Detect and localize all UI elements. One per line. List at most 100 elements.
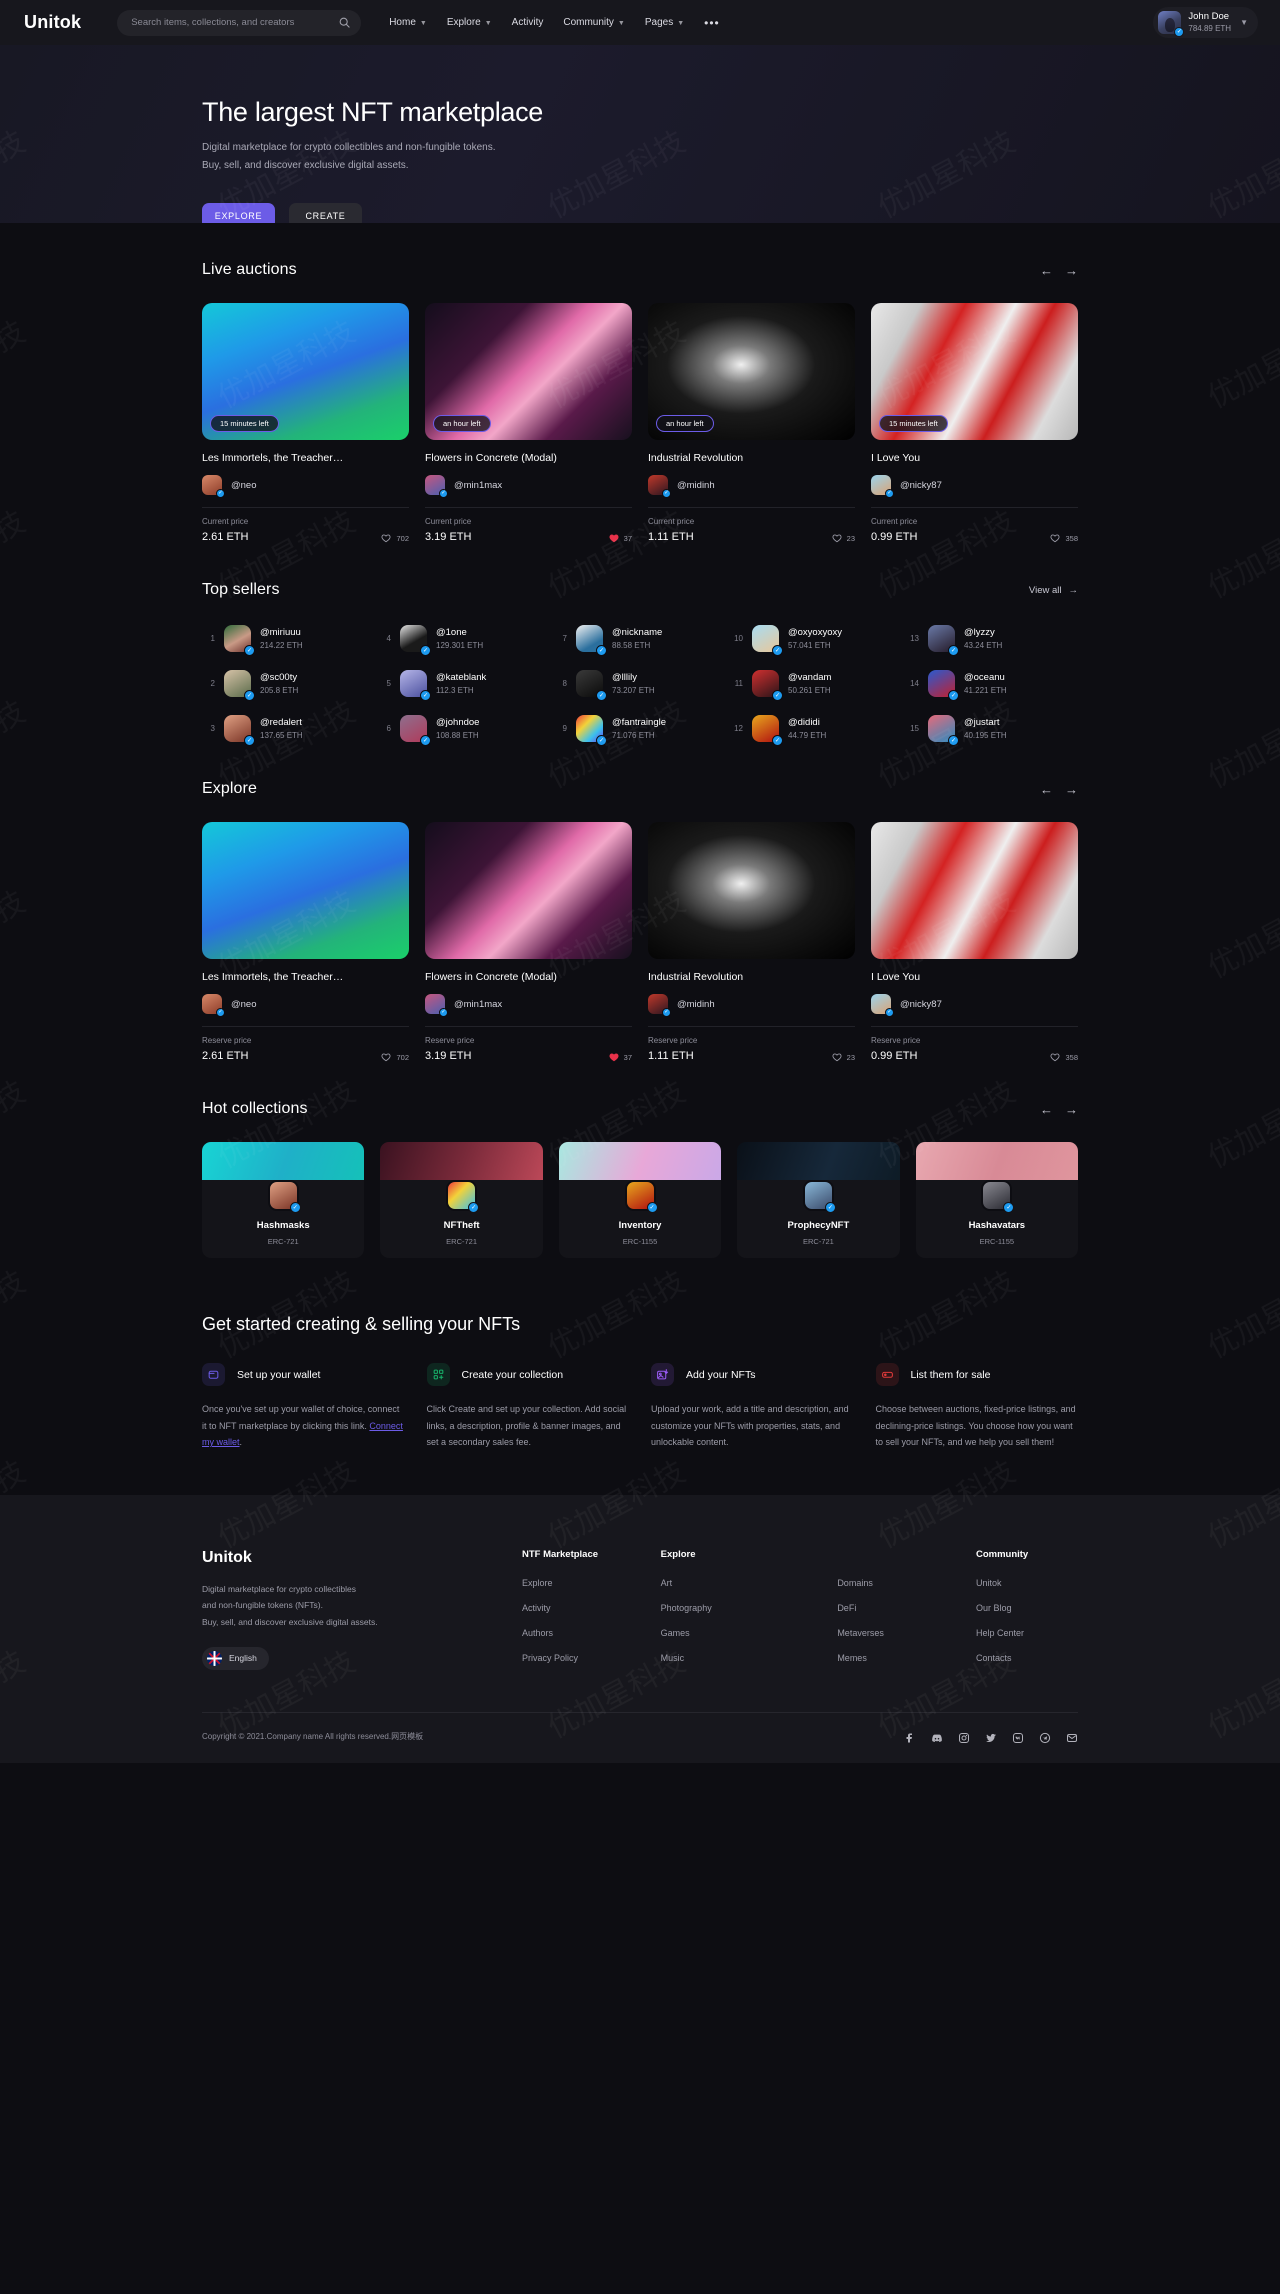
nft-owner[interactable]: ✓ @neo (202, 994, 409, 1017)
nft-title[interactable]: Les Immortels, the Treacher… (202, 452, 409, 464)
nft-image[interactable]: 15 minutes left (871, 303, 1078, 440)
twitter-icon[interactable] (985, 1731, 997, 1743)
arrow-right-icon[interactable]: → (1065, 264, 1078, 277)
nft-image[interactable] (648, 822, 855, 959)
seller-item[interactable]: 1 ✓ @miriuuu 214.22 ETH (202, 625, 374, 656)
footer-link[interactable]: Music (661, 1653, 801, 1663)
seller-item[interactable]: 10 ✓ @oxyoxyoxy 57.041 ETH (730, 625, 902, 656)
seller-item[interactable]: 11 ✓ @vandam 50.261 ETH (730, 670, 902, 701)
seller-item[interactable]: 8 ✓ @lllily 73.207 ETH (554, 670, 726, 701)
collection-card[interactable]: ✓ Hashmasks ERC-721 (202, 1142, 365, 1258)
heart-icon[interactable] (1050, 1052, 1060, 1062)
footer-link[interactable]: Domains (837, 1578, 939, 1588)
arrow-left-icon[interactable]: ← (1040, 264, 1053, 277)
nft-owner[interactable]: ✓ @min1max (425, 475, 632, 498)
heart-icon[interactable] (609, 533, 619, 543)
explore-button[interactable]: EXPLORE (202, 203, 275, 223)
nav-item-pages[interactable]: Pages ▼ (645, 17, 684, 28)
footer-link[interactable]: Contacts (976, 1653, 1078, 1663)
like-counter[interactable]: 702 (381, 1052, 409, 1062)
facebook-icon[interactable] (904, 1731, 916, 1743)
brand-logo[interactable]: Unitok (202, 1549, 502, 1567)
nav-item-activity[interactable]: Activity (512, 17, 544, 28)
seller-item[interactable]: 7 ✓ @nickname 88.58 ETH (554, 625, 726, 656)
seller-item[interactable]: 6 ✓ @johndoe 108.88 ETH (378, 715, 550, 746)
heart-icon[interactable] (381, 1052, 391, 1062)
like-counter[interactable]: 358 (1050, 1052, 1078, 1062)
user-profile-menu[interactable]: ✓ John Doe 784.89 ETH ▼ (1153, 6, 1258, 39)
telegram-icon[interactable] (1039, 1731, 1051, 1744)
heart-icon[interactable] (381, 533, 391, 543)
footer-link[interactable]: Explore (522, 1578, 624, 1588)
like-counter[interactable]: 37 (609, 533, 632, 543)
nft-card[interactable]: an hour left Industrial Revolution ✓ @mi… (648, 303, 855, 543)
collection-card[interactable]: ✓ ProphecyNFT ERC-721 (737, 1142, 900, 1258)
seller-item[interactable]: 4 ✓ @1one 129.301 ETH (378, 625, 550, 656)
arrow-left-icon[interactable]: ← (1040, 783, 1053, 796)
arrow-left-icon[interactable]: ← (1040, 1103, 1053, 1116)
nft-title[interactable]: Flowers in Concrete (Modal) (425, 452, 632, 464)
seller-item[interactable]: 14 ✓ @oceanu 41.221 ETH (906, 670, 1078, 701)
nft-owner[interactable]: ✓ @midinh (648, 475, 855, 498)
nft-card[interactable]: I Love You ✓ @nicky87 Reserve price 0.99… (871, 822, 1078, 1062)
footer-link[interactable]: Memes (837, 1653, 939, 1663)
nft-image[interactable] (425, 822, 632, 959)
footer-link[interactable]: Activity (522, 1603, 624, 1613)
more-options-icon[interactable]: ••• (704, 16, 720, 30)
nft-image[interactable]: 15 minutes left (202, 303, 409, 440)
nft-owner[interactable]: ✓ @nicky87 (871, 994, 1078, 1017)
seller-item[interactable]: 5 ✓ @kateblank 112.3 ETH (378, 670, 550, 701)
mail-icon[interactable] (1066, 1731, 1078, 1743)
like-counter[interactable]: 358 (1050, 533, 1078, 543)
seller-item[interactable]: 2 ✓ @sc00ty 205.8 ETH (202, 670, 374, 701)
nft-owner[interactable]: ✓ @min1max (425, 994, 632, 1017)
search-input[interactable] (131, 17, 339, 28)
create-button[interactable]: CREATE (289, 203, 362, 223)
nft-title[interactable]: I Love You (871, 971, 1078, 983)
footer-link[interactable]: Authors (522, 1628, 624, 1638)
footer-link[interactable]: Our Blog (976, 1603, 1078, 1613)
collection-card[interactable]: ✓ Inventory ERC-1155 (558, 1142, 722, 1258)
seller-item[interactable]: 12 ✓ @dididi 44.79 ETH (730, 715, 902, 746)
like-counter[interactable]: 702 (381, 533, 409, 543)
nft-owner[interactable]: ✓ @nicky87 (871, 475, 1078, 498)
footer-link[interactable]: Help Center (976, 1628, 1078, 1638)
heart-icon[interactable] (609, 1052, 619, 1062)
discord-icon[interactable] (931, 1731, 943, 1743)
view-all-link[interactable]: View all → (1029, 585, 1078, 596)
like-counter[interactable]: 23 (832, 533, 855, 543)
seller-item[interactable]: 13 ✓ @lyzzy 43.24 ETH (906, 625, 1078, 656)
nft-card[interactable]: Industrial Revolution ✓ @midinh Reserve … (648, 822, 855, 1062)
nft-image[interactable]: an hour left (425, 303, 632, 440)
nft-card[interactable]: 15 minutes left I Love You ✓ @nicky87 Cu… (871, 303, 1078, 543)
footer-link[interactable]: DeFi (837, 1603, 939, 1613)
nft-image[interactable]: an hour left (648, 303, 855, 440)
like-counter[interactable]: 37 (609, 1052, 632, 1062)
footer-link[interactable]: Games (661, 1628, 801, 1638)
nft-title[interactable]: I Love You (871, 452, 1078, 464)
nft-title[interactable]: Industrial Revolution (648, 971, 855, 983)
nft-card[interactable]: Flowers in Concrete (Modal) ✓ @min1max R… (425, 822, 632, 1062)
seller-item[interactable]: 3 ✓ @redalert 137.65 ETH (202, 715, 374, 746)
connect-wallet-link[interactable]: Connect my wallet (202, 1421, 403, 1448)
vk-icon[interactable] (1012, 1731, 1024, 1743)
heart-icon[interactable] (832, 533, 842, 543)
brand-logo[interactable]: Unitok (24, 12, 81, 33)
footer-link[interactable]: Art (661, 1578, 801, 1588)
footer-link[interactable]: Photography (661, 1603, 801, 1613)
arrow-right-icon[interactable]: → (1065, 783, 1078, 796)
search-icon[interactable] (338, 16, 351, 29)
nft-title[interactable]: Flowers in Concrete (Modal) (425, 971, 632, 983)
nft-owner[interactable]: ✓ @midinh (648, 994, 855, 1017)
collection-card[interactable]: ✓ Hashavatars ERC-1155 (915, 1142, 1079, 1258)
nav-item-home[interactable]: Home ▼ (389, 17, 427, 28)
search-bar[interactable] (117, 9, 362, 36)
nft-card[interactable]: 15 minutes left Les Immortels, the Treac… (202, 303, 409, 543)
seller-item[interactable]: 9 ✓ @fantraingle 71.076 ETH (554, 715, 726, 746)
collection-card[interactable]: ✓ NFTheft ERC-721 (380, 1142, 543, 1258)
nft-owner[interactable]: ✓ @neo (202, 475, 409, 498)
nft-title[interactable]: Les Immortels, the Treacher… (202, 971, 409, 983)
nft-title[interactable]: Industrial Revolution (648, 452, 855, 464)
footer-link[interactable]: Privacy Policy (522, 1653, 624, 1663)
chevron-down-icon[interactable]: ▼ (1240, 18, 1248, 27)
